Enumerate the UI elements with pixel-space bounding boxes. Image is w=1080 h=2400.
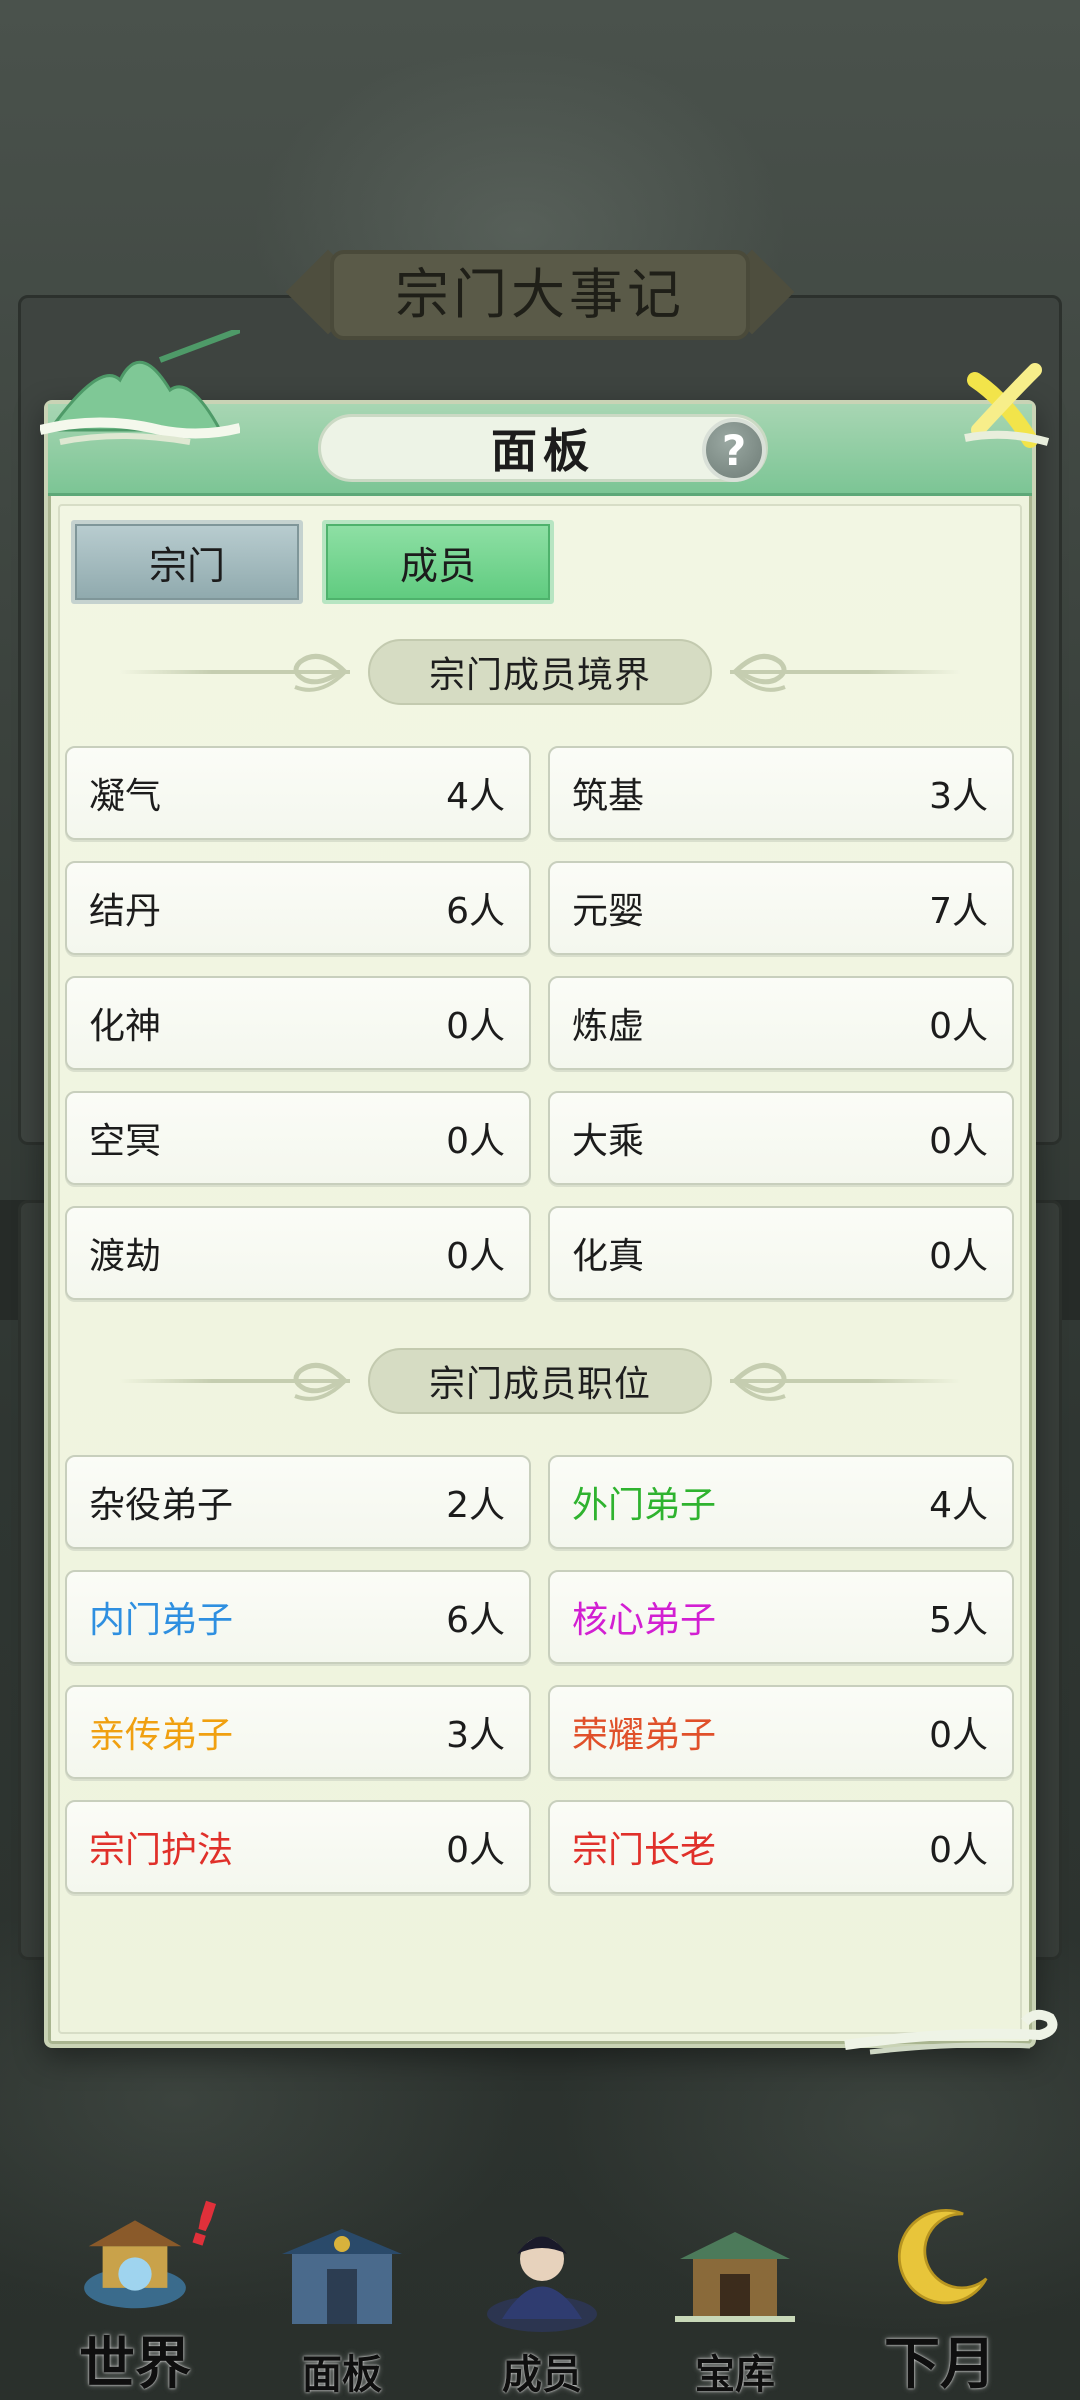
position-section-title: 宗门成员职位 [368, 1348, 712, 1414]
position-count: 2人 [446, 1485, 505, 1526]
realm-count: 4人 [446, 776, 505, 817]
realm-card-dujie: 渡劫 0人 [65, 1206, 531, 1300]
scroll-ornament-icon [844, 2009, 1058, 2055]
realm-count: 0人 [446, 1006, 505, 1047]
realm-name: 元婴 [572, 891, 645, 932]
nav-treasury[interactable]: 宝库 [650, 2200, 820, 2400]
nav-treasury-label: 宝库 [695, 2351, 775, 2398]
realm-count: 7人 [929, 891, 988, 932]
nav-members[interactable]: 成员 [457, 2200, 627, 2400]
swirl-ornament-icon [293, 653, 347, 692]
nav-next-month-label: 下月 [884, 2331, 996, 2397]
position-name: 杂役弟子 [89, 1485, 234, 1526]
help-button[interactable]: ? [702, 418, 766, 482]
position-name: 亲传弟子 [89, 1715, 234, 1756]
realm-count: 6人 [446, 891, 505, 932]
nav-next-month[interactable]: 下月 [855, 2200, 1025, 2400]
mountain-sword-icon [40, 330, 240, 445]
modal-title: 面板 [491, 424, 595, 478]
realm-name: 空冥 [89, 1121, 162, 1162]
realm-card-yuanying: 元婴 7人 [548, 861, 1014, 955]
position-count: 0人 [929, 1830, 988, 1871]
realm-count: 0人 [446, 1121, 505, 1162]
swirl-ornament-icon [293, 1362, 347, 1401]
position-card-waimen: 外门弟子 4人 [548, 1455, 1014, 1549]
position-name: 宗门护法 [89, 1830, 234, 1871]
realm-name: 化真 [572, 1236, 645, 1277]
realm-card-zhuji: 筑基 3人 [548, 746, 1014, 840]
position-card-zhanglao: 宗门长老 0人 [548, 1800, 1014, 1894]
position-card-zayi: 杂役弟子 2人 [65, 1455, 531, 1549]
position-card-hexin: 核心弟子 5人 [548, 1570, 1014, 1664]
position-card-hufa: 宗门护法 0人 [65, 1800, 531, 1894]
position-count: 0人 [929, 1715, 988, 1756]
position-name: 外门弟子 [572, 1485, 717, 1526]
nav-panel[interactable]: 面板 [257, 2200, 427, 2400]
tab-sect-label: 宗门 [148, 543, 225, 588]
realm-count: 0人 [929, 1121, 988, 1162]
realm-name: 筑基 [572, 776, 645, 817]
background-title-plaque: 宗门大事记 [330, 250, 750, 340]
position-card-qinchuan: 亲传弟子 3人 [65, 1685, 531, 1779]
position-card-neimen: 内门弟子 6人 [65, 1570, 531, 1664]
realm-name: 化神 [89, 1006, 162, 1047]
cultivator-icon [487, 2236, 597, 2332]
realm-card-huashen: 化神 0人 [65, 976, 531, 1070]
realm-card-ningqi: 凝气 4人 [65, 746, 531, 840]
tab-sect[interactable]: 宗门 [71, 520, 303, 604]
divider-line [730, 670, 960, 674]
realm-card-jiedan: 结丹 6人 [65, 861, 531, 955]
position-count: 4人 [929, 1485, 988, 1526]
background-title: 宗门大事记 [395, 263, 685, 326]
divider-line [730, 1379, 960, 1383]
gate-icon [282, 2229, 402, 2324]
position-name: 内门弟子 [89, 1600, 234, 1641]
realm-count: 3人 [929, 776, 988, 817]
position-name: 核心弟子 [572, 1600, 717, 1641]
position-count: 3人 [446, 1715, 505, 1756]
question-icon: ? [721, 425, 747, 475]
realm-name: 渡劫 [89, 1236, 162, 1277]
position-count: 5人 [929, 1600, 988, 1641]
realm-name: 结丹 [89, 891, 162, 932]
realm-card-huazhen: 化真 0人 [548, 1206, 1014, 1300]
close-icon[interactable] [960, 360, 1050, 450]
position-card-rongyao: 荣耀弟子 0人 [548, 1685, 1014, 1779]
position-name: 宗门长老 [572, 1830, 717, 1871]
treasury-icon [675, 2232, 795, 2322]
position-section-header: 宗门成员职位 [100, 1345, 980, 1417]
realm-card-lianxu: 炼虚 0人 [548, 976, 1014, 1070]
tab-members-label: 成员 [399, 543, 476, 588]
tab-members[interactable]: 成员 [322, 520, 554, 604]
nav-panel-label: 面板 [302, 2351, 382, 2398]
nav-world-label: 世界 [79, 2331, 191, 2397]
realm-section-title: 宗门成员境界 [368, 639, 712, 705]
realm-card-kongming: 空冥 0人 [65, 1091, 531, 1185]
realm-section-header: 宗门成员境界 [100, 636, 980, 708]
moon-icon [897, 2209, 988, 2305]
position-count: 0人 [446, 1830, 505, 1871]
realm-count: 0人 [929, 1236, 988, 1277]
realm-name: 大乘 [572, 1121, 645, 1162]
realm-name: 炼虚 [572, 1006, 645, 1047]
position-count: 6人 [446, 1600, 505, 1641]
realm-card-dacheng: 大乘 0人 [548, 1091, 1014, 1185]
nav-members-label: 成员 [502, 2351, 582, 2398]
realm-count: 0人 [446, 1236, 505, 1277]
position-name: 荣耀弟子 [572, 1715, 717, 1756]
realm-name: 凝气 [89, 776, 162, 817]
modal-title-pill: 面板 [318, 414, 768, 482]
realm-count: 0人 [929, 1006, 988, 1047]
